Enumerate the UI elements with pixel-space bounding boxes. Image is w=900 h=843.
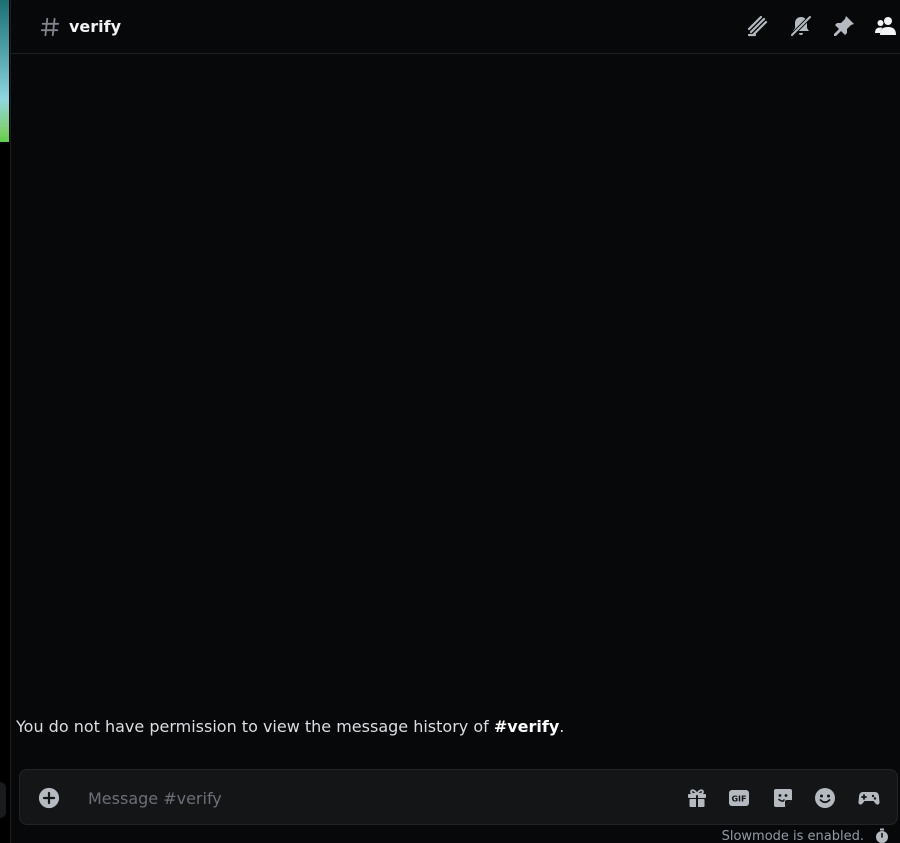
emoji-icon[interactable] (813, 786, 837, 810)
permission-notice-suffix: . (559, 717, 565, 736)
hash-icon (39, 16, 61, 38)
permission-notice-channel: #verify (493, 717, 560, 736)
message-composer: GIF (19, 769, 898, 825)
discord-channel-view: verify You do not have permission to vie… (0, 0, 900, 843)
pin-icon[interactable] (832, 14, 856, 38)
channel-name: verify (69, 17, 122, 36)
gift-icon[interactable] (685, 786, 709, 810)
user-panel-stub (0, 782, 6, 818)
server-banner-thumbnail (0, 0, 9, 142)
message-input[interactable] (86, 784, 650, 812)
channel-header: verify (11, 0, 900, 54)
activities-icon[interactable] (857, 786, 881, 810)
header-toolbar (700, 14, 900, 40)
server-rail-edge (0, 0, 11, 843)
gif-icon[interactable]: GIF (727, 786, 751, 810)
permission-notice-prefix: You do not have permission to view the m… (16, 717, 494, 736)
plus-circle-icon[interactable] (38, 787, 60, 809)
message-list (11, 54, 900, 768)
timer-icon (874, 828, 890, 843)
slowmode-notice: Slowmode is enabled. (721, 829, 864, 843)
sticker-icon[interactable] (771, 786, 795, 810)
threads-icon[interactable] (746, 14, 770, 38)
members-icon[interactable] (874, 14, 898, 38)
permission-notice: You do not have permission to view the m… (16, 716, 564, 738)
mute-bell-icon[interactable] (789, 14, 813, 38)
gif-label: GIF (731, 795, 746, 804)
